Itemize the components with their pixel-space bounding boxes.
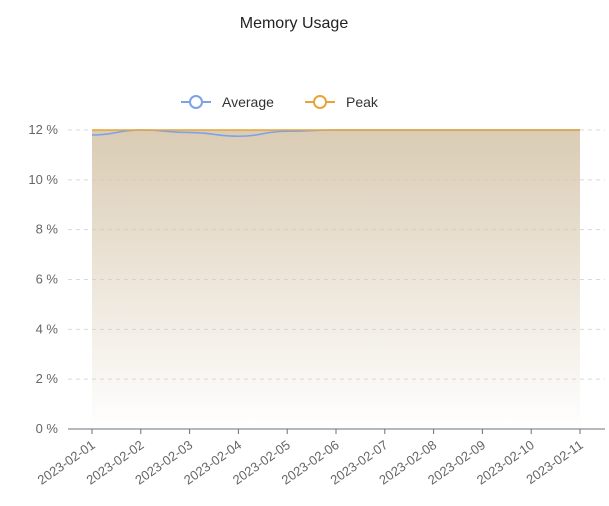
- legend-item-average[interactable]: Average: [181, 94, 274, 110]
- axes: [68, 428, 605, 434]
- y-tick-label: 0 %: [36, 421, 59, 436]
- y-tick-label: 6 %: [36, 272, 59, 287]
- area-layer: [92, 130, 580, 429]
- legend-label: Peak: [346, 94, 379, 110]
- legend-marker-icon: [189, 95, 203, 109]
- legend-label: Average: [222, 94, 274, 110]
- legend-marker-icon: [313, 95, 327, 109]
- y-tick-label: 8 %: [36, 222, 59, 237]
- y-tick-label: 10 %: [28, 172, 58, 187]
- legend-item-peak[interactable]: Peak: [305, 94, 379, 110]
- memory-usage-chart: Memory Usage Average Peak 0 % 2 % 4 % 6 % 8 %…: [28, 15, 605, 488]
- y-axis-labels: 0 % 2 % 4 % 6 % 8 % 10 % 12 %: [28, 122, 58, 436]
- peak-area-fill: [92, 130, 580, 429]
- y-tick-label: 2 %: [36, 371, 59, 386]
- y-tick-label: 12 %: [28, 122, 58, 137]
- legend[interactable]: Average Peak: [181, 94, 379, 110]
- x-axis-labels: 2023-02-012023-02-022023-02-032023-02-04…: [35, 437, 586, 487]
- chart-title: Memory Usage: [240, 15, 349, 32]
- y-tick-label: 4 %: [36, 321, 59, 336]
